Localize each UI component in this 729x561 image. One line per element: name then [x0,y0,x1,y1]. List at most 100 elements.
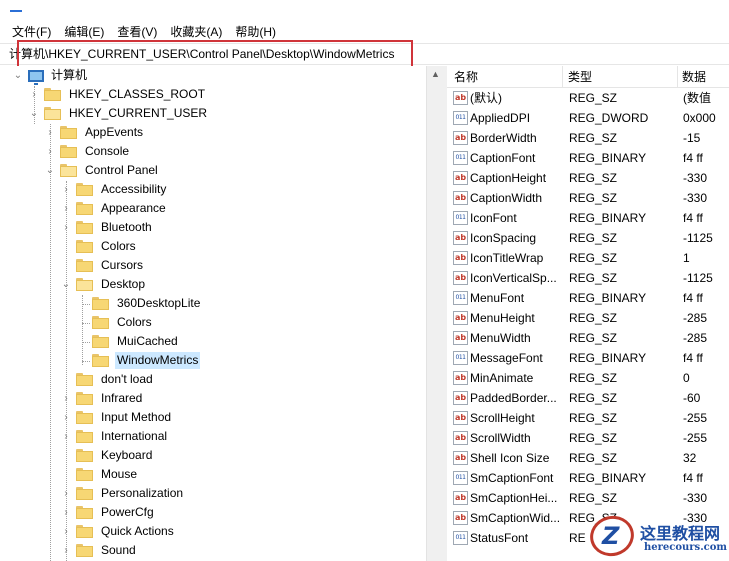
tree-node-dontload[interactable]: don't load [60,370,155,389]
watermark-logo-letter: Z [602,522,620,550]
table-row[interactable]: 011 AppliedDPI REG_DWORD 0x000 [447,108,729,128]
chevron-right-icon[interactable]: › [60,431,72,443]
tree-node-powercfg[interactable]: › PowerCfg [60,503,156,522]
string-value-icon: ab [453,331,468,345]
tree-node-input-method[interactable]: › Input Method [60,408,173,427]
table-row[interactable]: ab SmCaptionHei... REG_SZ -330 [447,488,729,508]
menu-view[interactable]: 查看(V) [117,23,157,41]
chevron-right-icon[interactable]: › [28,89,40,101]
tree-label: PowerCfg [101,505,154,519]
table-row[interactable]: 011 IconFont REG_BINARY f4 ff [447,208,729,228]
value-type: REG_SZ [569,251,618,265]
string-value-icon: ab [453,391,468,405]
chevron-right-icon[interactable]: › [60,203,72,215]
table-row[interactable]: 011 MenuFont REG_BINARY f4 ff [447,288,729,308]
tree-label: Colors [101,239,136,253]
folder-icon [92,297,109,310]
table-row[interactable]: 011 MessageFont REG_BINARY f4 ff [447,348,729,368]
tree-node-control-panel[interactable]: ⌄ Control Panel [44,161,160,180]
tree-node-quick-actions[interactable]: › Quick Actions [60,522,176,541]
column-header-type[interactable]: 类型 [568,69,592,85]
table-row[interactable]: 011 SmCaptionFont REG_BINARY f4 ff [447,468,729,488]
column-header-name[interactable]: 名称 [454,69,478,85]
chevron-down-icon[interactable]: ⌄ [12,70,24,82]
table-row[interactable]: ab MenuWidth REG_SZ -285 [447,328,729,348]
chevron-right-icon[interactable]: › [60,488,72,500]
chevron-right-icon[interactable]: › [44,127,56,139]
tree-node-personalization[interactable]: › Personalization [60,484,185,503]
tree-node-bluetooth[interactable]: › Bluetooth [60,218,154,237]
column-divider[interactable] [677,66,678,88]
tree-node-accessibility[interactable]: › Accessibility [60,180,168,199]
value-data: -1125 [683,231,713,245]
chevron-down-icon[interactable]: ⌄ [28,108,40,120]
chevron-right-icon[interactable]: › [60,393,72,405]
chevron-right-icon[interactable]: › [60,412,72,424]
value-type: REG_BINARY [569,211,647,225]
table-row[interactable]: ab CaptionHeight REG_SZ -330 [447,168,729,188]
tree-node-infrared[interactable]: › Infrared [60,389,144,408]
address-highlight-box [17,40,413,68]
table-row[interactable]: ab IconVerticalSp... REG_SZ -1125 [447,268,729,288]
value-type: REG_SZ [569,391,618,405]
table-row[interactable]: ab CaptionWidth REG_SZ -330 [447,188,729,208]
menu-favorites[interactable]: 收藏夹(A) [170,23,222,41]
value-data: -1125 [683,271,713,285]
chevron-right-icon[interactable]: › [60,507,72,519]
chevron-right-icon[interactable]: › [60,222,72,234]
table-row[interactable]: ab (默认) REG_SZ (数值 [447,88,729,108]
table-row[interactable]: ab Shell Icon Size REG_SZ 32 [447,448,729,468]
value-type: REG_BINARY [569,291,647,305]
tree-node-console[interactable]: › Console [44,142,131,161]
tree-node-360desktoplite[interactable]: 360DesktopLite [76,294,202,313]
tree-node-hkcu[interactable]: ⌄ HKEY_CURRENT_USER [28,104,209,123]
table-row[interactable]: ab ScrollWidth REG_SZ -255 [447,428,729,448]
tree-node-colors[interactable]: Colors [60,237,138,256]
string-value-icon: ab [453,131,468,145]
tree-label: don't load [101,372,153,386]
tree-node-appevents[interactable]: › AppEvents [44,123,145,142]
menu-file[interactable]: 文件(F) [12,23,51,41]
value-type: REG_SZ [569,191,618,205]
table-row[interactable]: ab IconTitleWrap REG_SZ 1 [447,248,729,268]
tree-scrollbar[interactable]: ▲ [426,66,443,561]
menu-edit[interactable]: 编辑(E) [64,23,104,41]
table-row[interactable]: ab BorderWidth REG_SZ -15 [447,128,729,148]
folder-icon [76,449,93,462]
table-row[interactable]: ab IconSpacing REG_SZ -1125 [447,228,729,248]
tree-node-windowmetrics[interactable]: WindowMetrics [76,351,201,370]
string-value-icon: ab [453,271,468,285]
chevron-right-icon[interactable]: › [60,545,72,557]
tree-node-mouse[interactable]: Mouse [60,465,139,484]
chevron-down-icon[interactable]: ⌄ [60,279,72,291]
tree-node-computer[interactable]: ⌄ 计算机 [12,66,89,85]
value-type: REG_BINARY [569,471,647,485]
value-name: (默认) [470,91,502,105]
table-row[interactable]: 011 CaptionFont REG_BINARY f4 ff [447,148,729,168]
tree-node-keyboard[interactable]: Keyboard [60,446,154,465]
scroll-up-arrow-icon[interactable]: ▲ [427,66,444,82]
column-header-data[interactable]: 数据 [682,69,706,85]
tree-node-international[interactable]: › International [60,427,169,446]
menu-help[interactable]: 帮助(H) [235,23,276,41]
value-name: MessageFont [470,351,543,365]
table-row[interactable]: ab MinAnimate REG_SZ 0 [447,368,729,388]
tree-node-appearance[interactable]: › Appearance [60,199,168,218]
chevron-down-icon[interactable]: ⌄ [44,165,56,177]
column-divider[interactable] [562,66,563,88]
string-value-icon: ab [453,91,468,105]
tree-node-desktop-colors[interactable]: Colors [76,313,154,332]
tree-node-desktop[interactable]: ⌄ Desktop [60,275,147,294]
tree-node-muicached[interactable]: MuiCached [76,332,180,351]
table-row[interactable]: ab PaddedBorder... REG_SZ -60 [447,388,729,408]
table-row[interactable]: ab MenuHeight REG_SZ -285 [447,308,729,328]
table-row[interactable]: ab ScrollHeight REG_SZ -255 [447,408,729,428]
tree-node-cursors[interactable]: Cursors [60,256,145,275]
tree-label: Appearance [101,201,166,215]
tree-node-hkcr[interactable]: › HKEY_CLASSES_ROOT [28,85,207,104]
chevron-right-icon[interactable]: › [44,146,56,158]
chevron-right-icon[interactable]: › [60,184,72,196]
tree-node-sound[interactable]: › Sound [60,541,138,560]
chevron-right-icon[interactable]: › [60,526,72,538]
value-name: AppliedDPI [470,111,531,125]
